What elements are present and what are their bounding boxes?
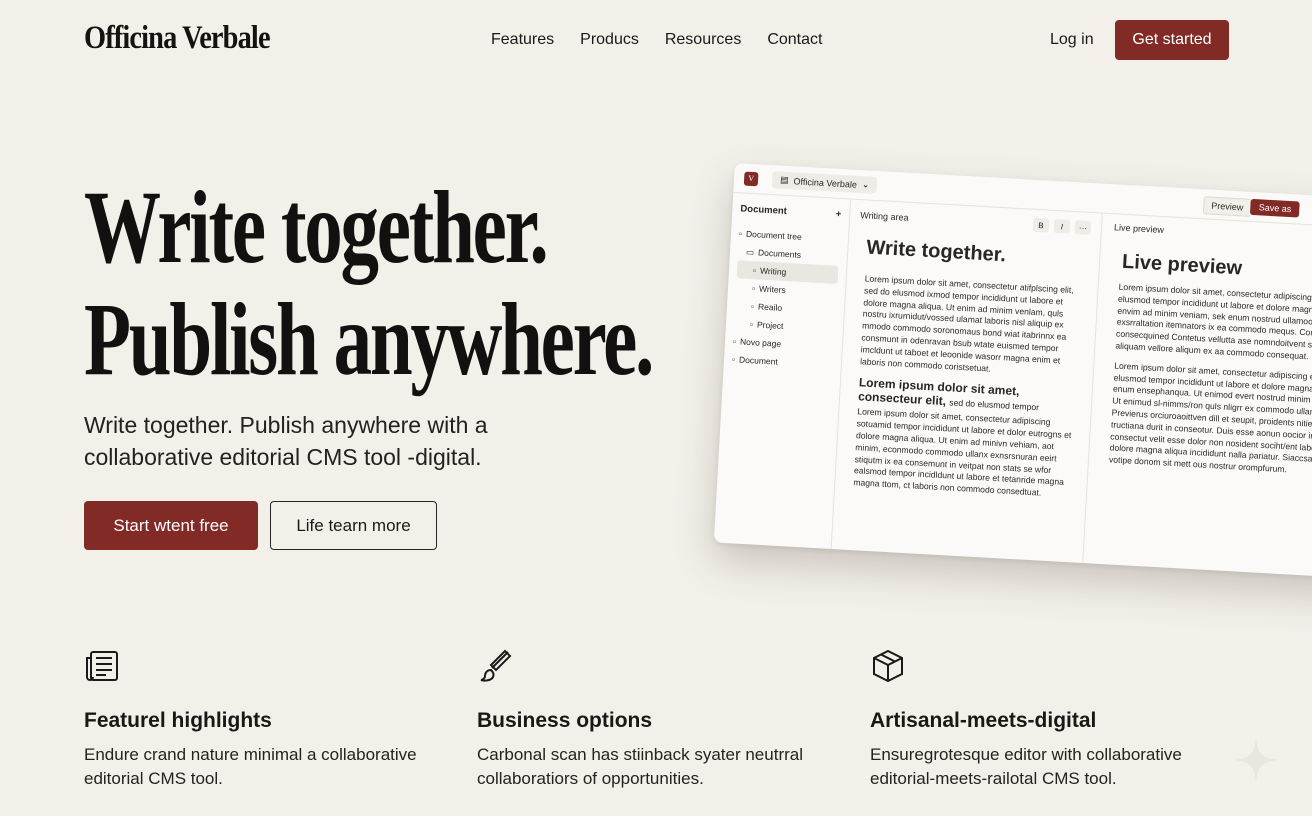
tree-item-label: Reailo (757, 301, 783, 313)
nav-contact[interactable]: Contact (767, 31, 822, 49)
editor-title: Writing area (860, 210, 909, 223)
chevron-down-icon: ⌄ (861, 179, 870, 190)
file-icon: ▫ (751, 283, 756, 294)
learn-more-button[interactable]: Life tearn more (270, 501, 437, 550)
feature-text: Endure crand nature minimal a collaborat… (84, 745, 417, 788)
tree-item-label: Documents (757, 247, 802, 260)
folder-icon: ▭ (745, 246, 755, 257)
tree-item-label: Writers (758, 283, 787, 296)
file-icon: ▫ (731, 354, 736, 365)
feature-text: Ensuregrotesque editor with collaborativ… (870, 745, 1182, 788)
editor-pane[interactable]: Writing area B I ··· Write together. Lor… (831, 199, 1103, 564)
hero-title-line1: Write together. (84, 170, 549, 285)
editor-paragraph: Lorem ipsum dolor sit amet, consectetur … (853, 406, 1072, 498)
more-button[interactable]: ··· (1074, 220, 1092, 235)
preview-paragraph: Lorem ipsum dolor sit amet, consectetur … (1115, 281, 1312, 362)
tree-item-label: Writing (759, 265, 787, 278)
nav-products[interactable]: Producs (580, 31, 639, 49)
start-free-button[interactable]: Start wtent free (84, 501, 258, 550)
add-icon[interactable]: + (835, 209, 841, 220)
preview-button[interactable]: Preview (1202, 196, 1252, 217)
italic-button[interactable]: I (1053, 218, 1071, 234)
tree-item-label: Novo page (739, 336, 782, 349)
document-sidebar: Document + ▫ Document tree ▭ Documents ▫ Wr… (713, 192, 852, 549)
preview-paragraph: Lorem ipsum dolor sit amet, consectetur … (1108, 360, 1312, 475)
bold-button[interactable]: B (1032, 217, 1050, 233)
save-button[interactable]: Save as (1250, 198, 1300, 218)
workspace-name: Officina Verbale (793, 175, 858, 190)
sidebar-title: Document (740, 203, 788, 217)
feature-card: Featurel highlights Endure crand nature … (84, 648, 444, 791)
editor-subheading-tail: sed do elusmod tempor (949, 397, 1040, 413)
preview-heading: Live preview (1121, 250, 1243, 280)
app-logo-icon: V (743, 171, 759, 186)
box-icon (873, 649, 903, 683)
editor-heading: Write together. (865, 236, 1007, 267)
feature-title: Artisanal-meets-digital (870, 709, 1097, 732)
app-mockup: V ▤ Officina Verbale ⌄ Preview Save as D… (713, 163, 1312, 579)
editor-paragraph: Lorem ipsum dolor sit amet, consectetur … (859, 273, 1074, 374)
feature-card: Artisanal-meets-digital Ensuregrotesque … (870, 648, 1230, 791)
nav-resources[interactable]: Resources (665, 31, 741, 49)
feature-text: Carbonal scan has stiinback syater neutr… (477, 745, 803, 788)
feature-title: Business options (477, 709, 653, 732)
sparkle-icon (1234, 738, 1278, 782)
feature-card: Business options Carbonal scan has stiin… (477, 648, 837, 791)
file-icon: ▫ (738, 228, 743, 239)
hero-subtitle: Write together. Publish anywhere with a … (84, 412, 488, 470)
get-started-button[interactable]: Get started (1115, 20, 1229, 60)
main-nav: Features Producs Resources Contact (491, 31, 822, 49)
tree-item-label: Document (738, 354, 779, 367)
document-icon: ▤ (779, 174, 789, 186)
file-icon: ▫ (752, 265, 757, 276)
file-icon: ▫ (750, 301, 755, 312)
feature-title: Featurel highlights (84, 709, 272, 732)
file-icon: ▫ (749, 319, 754, 330)
tree-item-label: Document tree (745, 228, 803, 242)
nav-features[interactable]: Features (491, 31, 554, 49)
file-icon: ▫ (732, 336, 737, 347)
hero-title-line2: Publish anywhere. (84, 282, 654, 397)
brush-icon (480, 649, 512, 682)
hero-title: Write together. Publish anywhere. (84, 170, 654, 397)
tree-item-label: Project (756, 319, 784, 331)
newspaper-icon (86, 651, 118, 681)
brand-logo[interactable]: Officina Verbale (84, 20, 271, 57)
workspace-selector[interactable]: ▤ Officina Verbale ⌄ (771, 171, 878, 194)
live-preview-pane: Live preview Live preview Lorem ipsum do… (1083, 214, 1312, 579)
login-link[interactable]: Log in (1050, 31, 1094, 49)
preview-title: Live preview (1113, 222, 1165, 236)
